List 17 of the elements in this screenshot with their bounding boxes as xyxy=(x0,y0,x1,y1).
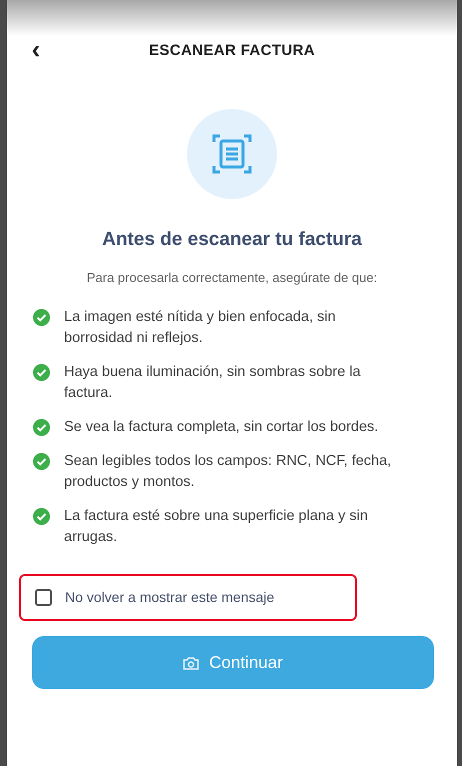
heading: Antes de escanear tu factura xyxy=(101,228,363,252)
camera-icon xyxy=(183,656,200,670)
check-circle-icon xyxy=(33,364,50,381)
checklist-item: Se vea la factura completa, sin cortar los bordes. xyxy=(64,418,378,437)
checklist-item: La imagen esté nítida y bien enfocada, sin borrosidad ni reflejos. xyxy=(64,308,337,348)
checklist-item: La factura esté sobre una superficie plana y sin arrugas. xyxy=(64,507,369,547)
screen-title: ESCANEAR FACTURA xyxy=(148,40,316,61)
checklist-item: Sean legibles todos los campos: RNC, NCF, fecha, productos y montos. xyxy=(64,452,392,492)
check-circle-icon xyxy=(33,309,50,326)
checklist-item: Haya buena iluminación, sin sombras sobre la factura. xyxy=(64,363,362,403)
checkbox[interactable] xyxy=(35,589,52,606)
check-circle-icon xyxy=(33,453,50,470)
back-button[interactable]: ‹ xyxy=(29,36,43,66)
document-scan-icon xyxy=(187,109,277,199)
subtitle: Para procesarla correctamente, asegúrate de que: xyxy=(86,268,378,287)
check-circle-icon xyxy=(33,419,50,436)
check-circle-icon xyxy=(33,508,50,525)
